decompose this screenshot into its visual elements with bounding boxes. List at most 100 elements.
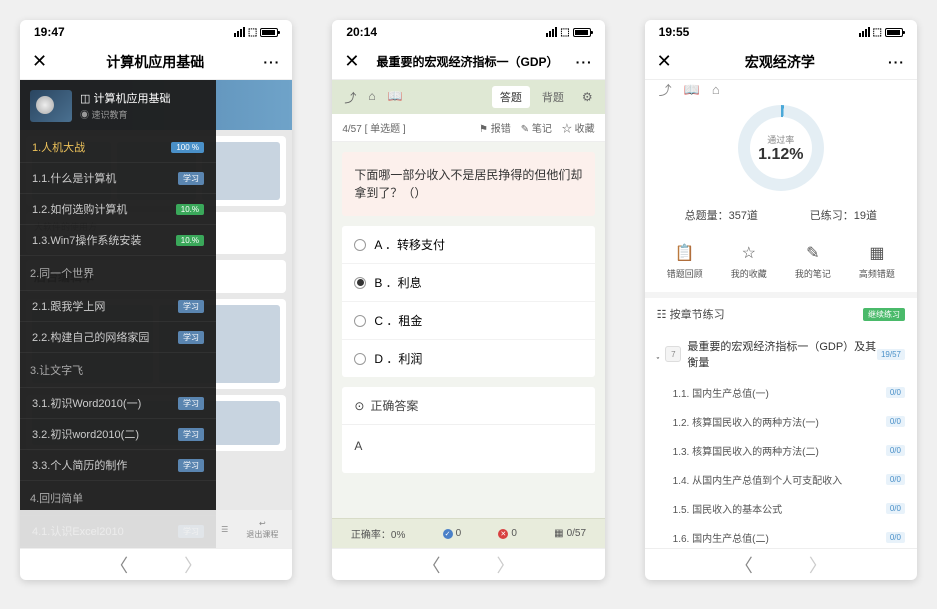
chapter-item[interactable]: 2.2.构建自己的网络家园学习 <box>20 322 216 353</box>
report-button[interactable]: ⚑ 报错 <box>479 120 511 135</box>
lesson-item[interactable]: 1.1. 国内生产总值(一)0/0 <box>645 378 917 407</box>
option-item[interactable]: A ．转移支付 <box>342 226 594 264</box>
menu-button[interactable]: ☰ <box>221 525 228 534</box>
lesson-count: 0/0 <box>886 474 905 485</box>
status-bar: 19:55 ⬚ <box>645 20 917 44</box>
chapter-item[interactable]: 3.1.初识Word2010(一) 学习 <box>20 388 216 419</box>
book-icon[interactable]: 📖 <box>388 89 403 106</box>
practiced-stat: 已练习：19道 <box>810 207 877 223</box>
close-icon[interactable]: ✕ <box>344 51 359 72</box>
progress-badge: 学习 <box>178 428 204 441</box>
header: ✕ 宏观经济学 ··· <box>645 44 917 80</box>
battery-icon <box>260 28 278 37</box>
wifi-icon: ⬚ <box>873 27 882 38</box>
forward-icon[interactable]: 〉 <box>184 552 202 578</box>
tab-review[interactable]: 背题 <box>534 86 572 108</box>
pass-rate-label: 通过率 <box>767 133 794 146</box>
forward-icon[interactable]: 〉 <box>809 552 827 578</box>
bottom-nav: 〈 〉 <box>645 548 917 580</box>
notes-button[interactable]: ✎ 笔记 <box>521 120 552 135</box>
favorite-button[interactable]: ☆ 收藏 <box>562 120 595 135</box>
tab-answer[interactable]: 答题 <box>492 86 530 108</box>
chapter-row[interactable]: ˬ 7 最重要的宏观经济指标一（GDP）及其衡量 19/57 <box>645 330 917 378</box>
list-icon: ☷ <box>657 309 670 321</box>
action-button[interactable]: ✎我的笔记 <box>795 243 831 280</box>
more-icon[interactable]: ··· <box>576 54 593 70</box>
item-label: 1.2.如何选购计算机 <box>32 201 127 217</box>
chapter-item[interactable]: 3.2.初识word2010(二)学习 <box>20 419 216 450</box>
close-icon[interactable]: ✕ <box>657 51 672 72</box>
clock: 19:55 <box>659 25 690 39</box>
item-label: 4.回归简单 <box>30 490 83 506</box>
chapter-item[interactable]: 1.2.如何选购计算机10.% <box>20 194 216 225</box>
chapter-item[interactable]: 1.1.什么是计算机学习 <box>20 163 216 194</box>
lesson-item[interactable]: 1.4. 从国内生产总值到个人可支配收入0/0 <box>645 465 917 494</box>
chapter-item[interactable]: 1.人机大战100 % <box>20 132 216 163</box>
chapter-title: 最重要的宏观经济指标一（GDP）及其衡量 <box>687 338 877 370</box>
action-label: 高频错题 <box>859 267 895 280</box>
chapter-item[interactable]: 1.3.Win7操作系统安装10.% <box>20 225 216 256</box>
option-item[interactable]: B ．利息 <box>342 264 594 302</box>
status-bar: 19:47 ⬚ <box>20 20 292 44</box>
battery-icon <box>573 28 591 37</box>
forward-icon[interactable]: 〉 <box>496 552 514 578</box>
progress-badge: 学习 <box>178 331 204 344</box>
chapter-item[interactable]: 2.1.跟我学上网学习 <box>20 291 216 322</box>
lesson-label: 1.3. 核算国民收入的两种方法(二) <box>673 443 819 458</box>
lesson-label: 1.6. 国内生产总值(二) <box>673 530 769 545</box>
action-icon: ▦ <box>867 243 887 263</box>
home-icon[interactable]: ⌂ <box>712 82 720 97</box>
exit-button[interactable]: ↩退出课程 <box>246 519 278 540</box>
pass-rate-value: 1.12% <box>758 146 803 164</box>
chapter-count: 19/57 <box>877 349 905 360</box>
settings-icon[interactable]: ⚙ <box>582 90 593 104</box>
book-icon[interactable]: 📖 <box>684 82 700 98</box>
action-label: 错题回顾 <box>667 267 703 280</box>
chapter-item[interactable]: 3.3.个人简历的制作学习 <box>20 450 216 481</box>
pass-rate-chart: 通过率 1.12% <box>645 99 917 197</box>
item-label: 2.1.跟我学上网 <box>32 298 105 314</box>
more-icon[interactable]: ··· <box>263 54 280 70</box>
lesson-item[interactable]: 1.6. 国内生产总值(二) 0/0 <box>645 523 917 548</box>
check-icon: ✓ <box>443 529 453 539</box>
progress-badge: 10.% <box>176 235 204 246</box>
back-icon[interactable]: 〈 <box>422 552 440 578</box>
exit-icon: ↩ <box>259 519 266 528</box>
signal-icon <box>234 27 245 37</box>
home-icon[interactable]: ⌂ <box>368 89 375 106</box>
option-text: B ．利息 <box>374 274 421 291</box>
close-icon[interactable]: ✕ <box>32 51 47 72</box>
mode-tabs: 答题 背题 <box>492 86 572 108</box>
item-label: 3.3.个人简历的制作 <box>32 457 127 473</box>
course-title: 计算机应用基础 <box>93 93 170 105</box>
option-item[interactable]: D ．利润 <box>342 340 594 377</box>
content-body: 大软件的使用方知识深度学习基础。 后台编辑本 ◫ 计算机应用基础 ◉ 速识教育 … <box>20 80 292 548</box>
question-text: 下面哪一部分收入不是居民挣得的但他们却拿到了？（） <box>342 152 594 216</box>
action-button[interactable]: ☆我的收藏 <box>731 243 767 280</box>
lesson-item[interactable]: 1.3. 核算国民收入的两种方法(二)0/0 <box>645 436 917 465</box>
action-button[interactable]: ▦ 高频错题 <box>859 243 895 280</box>
action-button[interactable]: 📋错题回顾 <box>667 243 703 280</box>
radio-icon <box>354 353 366 365</box>
wrong-stat: ✕0 <box>498 528 517 539</box>
item-label: 3.1.初识Word2010(一) <box>32 395 141 411</box>
lesson-label: 1.5. 国民收入的基本公式 <box>673 501 782 516</box>
lesson-item[interactable]: 1.5. 国民收入的基本公式0/0 <box>645 494 917 523</box>
more-icon[interactable]: ··· <box>888 54 905 70</box>
item-label: 1.人机大战 <box>32 139 85 155</box>
back-icon[interactable]: 〈 <box>735 552 753 578</box>
continue-button[interactable]: 继续练习 <box>863 308 905 321</box>
back-icon[interactable]: 〈 <box>110 552 128 578</box>
share-icon[interactable]: ⤴ <box>659 80 672 99</box>
top-toolbar: ⤴ 📖 ⌂ <box>645 80 917 99</box>
signal-icon <box>546 27 557 37</box>
status-icons: ⬚ <box>859 27 903 38</box>
sheet-button[interactable]: ▦ 0/57 <box>554 528 586 539</box>
lesson-item[interactable]: 1.2. 核算国民收入的两种方法(一)0/0 <box>645 407 917 436</box>
share-icon[interactable]: ⤴ <box>344 89 356 106</box>
chapter-sidebar[interactable]: ◫ 计算机应用基础 ◉ 速识教育 1.人机大战100 %1.1.什么是计算机学习… <box>20 80 216 548</box>
option-item[interactable]: C ．租金 <box>342 302 594 340</box>
wifi-icon: ⬚ <box>560 27 569 38</box>
lesson-count: 0/0 <box>886 532 905 543</box>
progress-badge: 学习 <box>178 397 204 410</box>
